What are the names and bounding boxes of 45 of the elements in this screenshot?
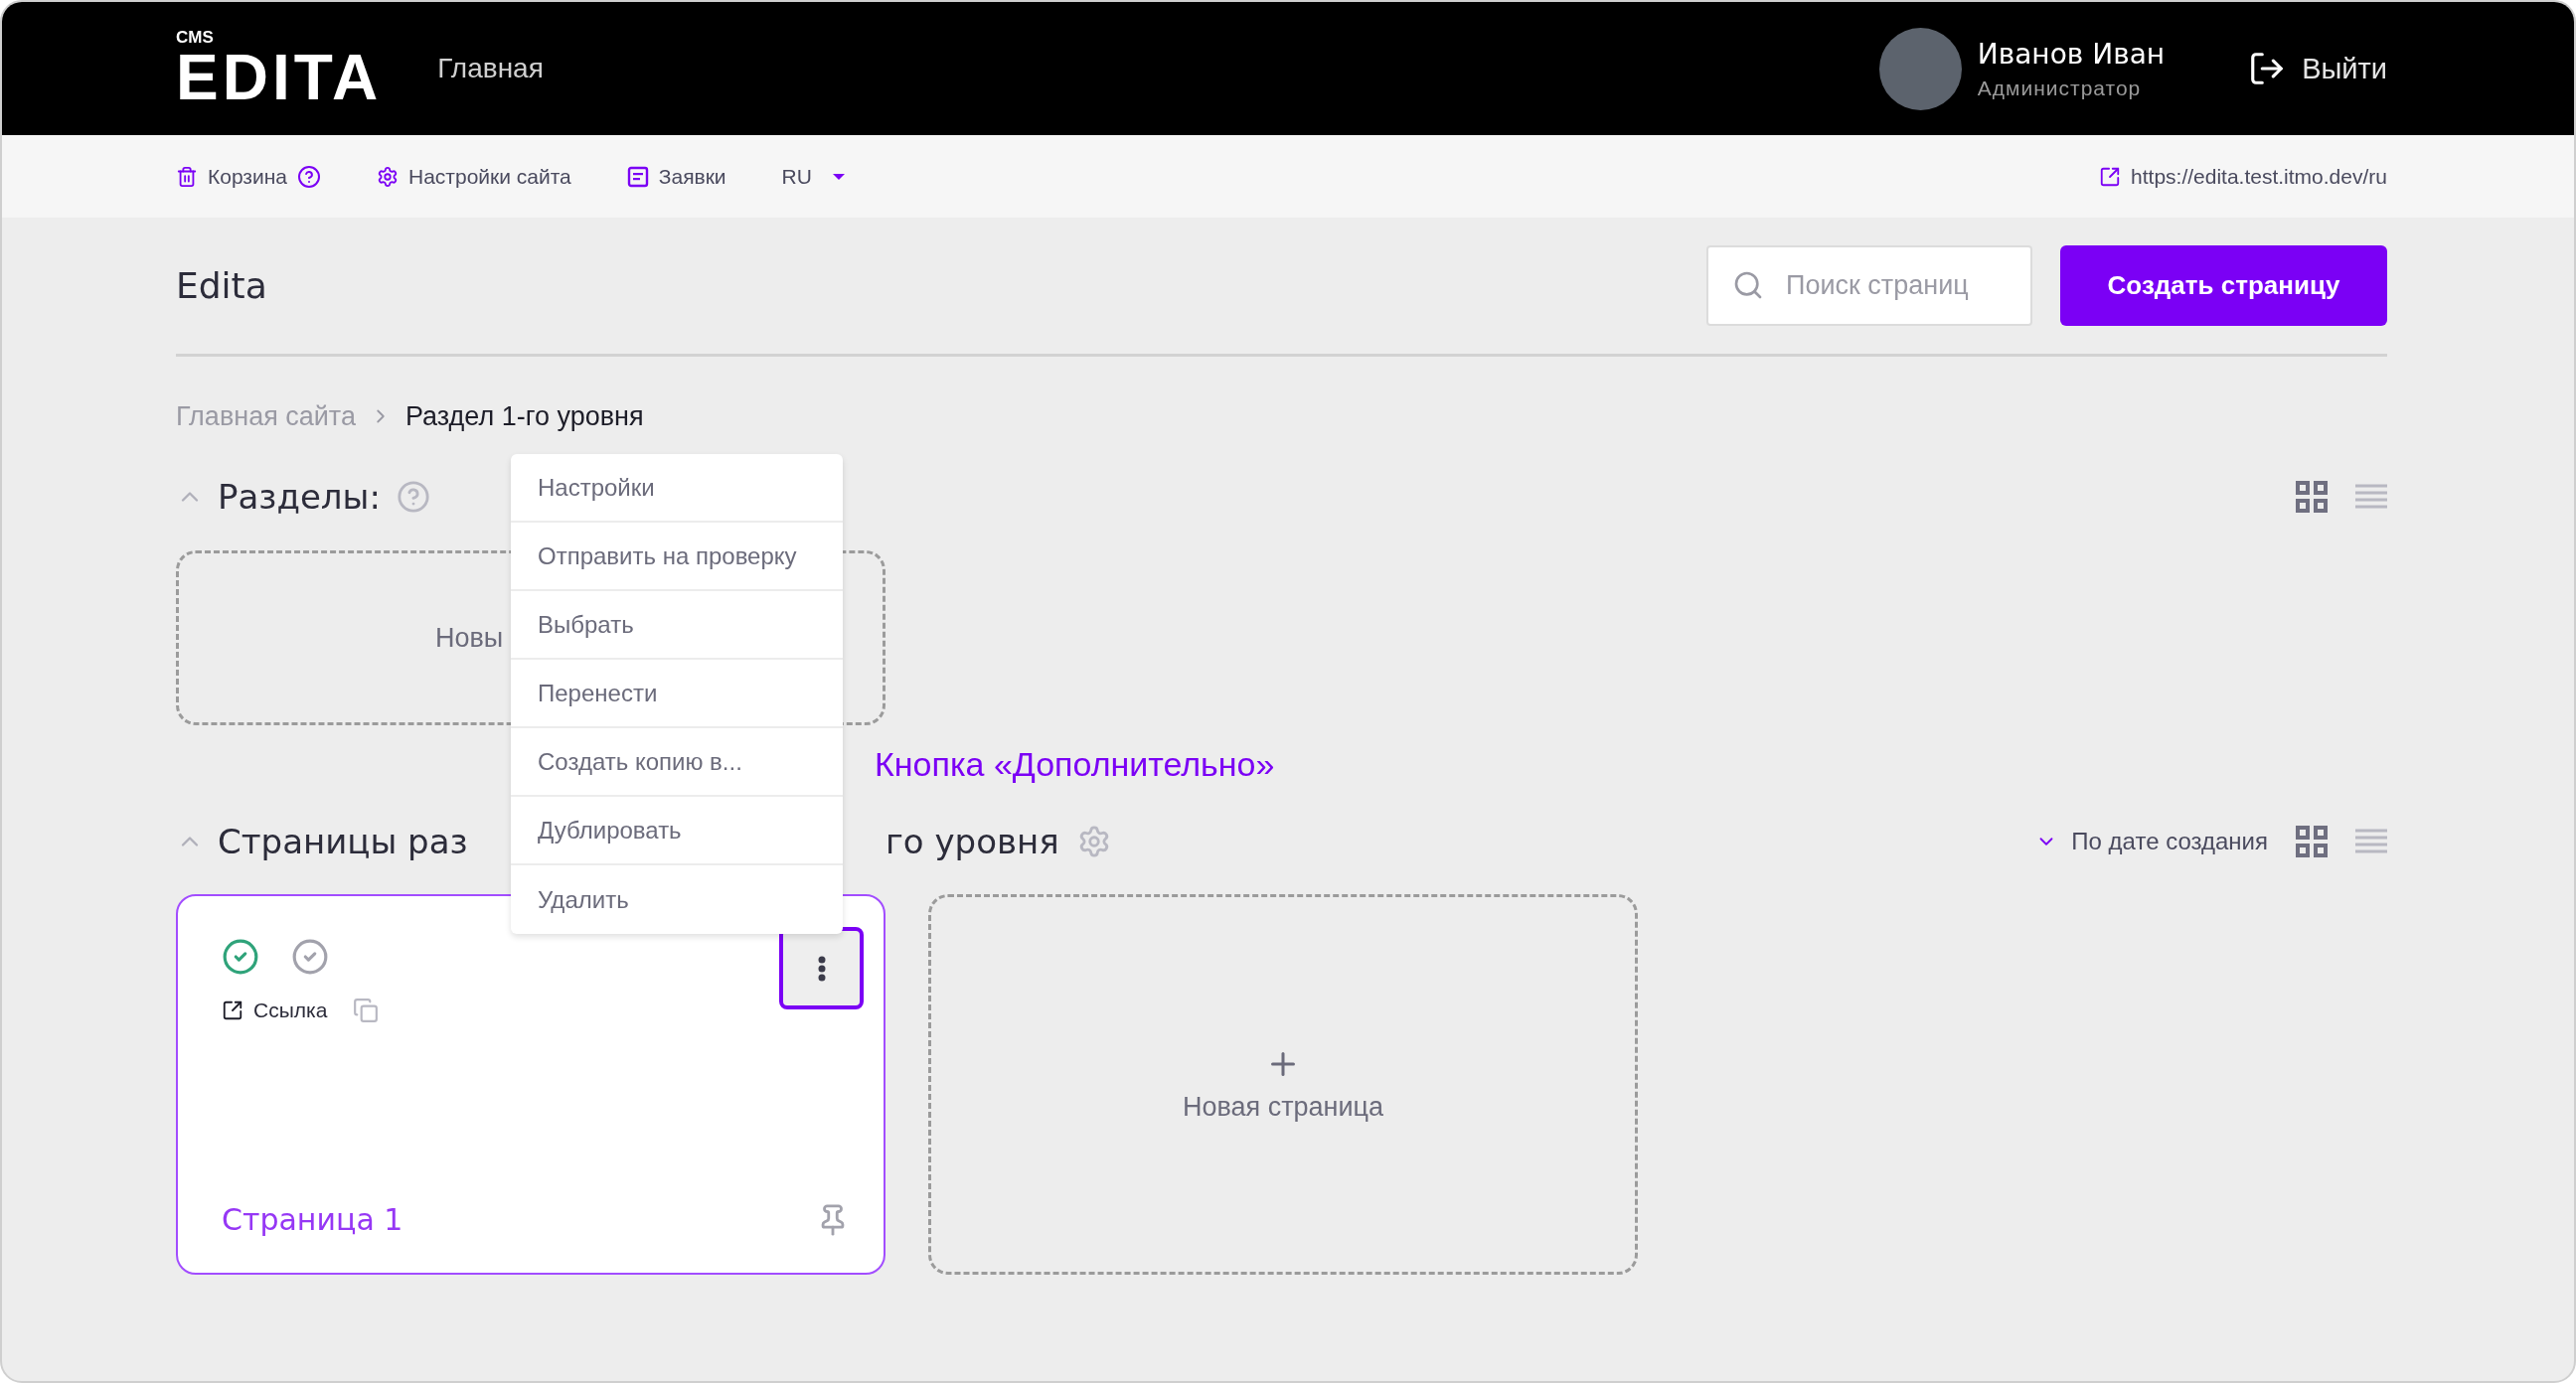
menu-item[interactable]: Удалить: [511, 865, 843, 934]
page-link[interactable]: Ссылка: [222, 999, 328, 1022]
more-icon: [817, 955, 826, 982]
help-icon[interactable]: [297, 164, 321, 189]
toolbar-link[interactable]: Заявки: [626, 164, 726, 189]
section-title: Разделы:: [218, 477, 381, 517]
check-circle-icon[interactable]: [222, 938, 259, 976]
search-field[interactable]: Поиск страниц: [1706, 245, 2032, 326]
home-link[interactable]: Главная: [437, 53, 544, 84]
section-title: го уровня: [886, 822, 1059, 861]
grid-view-button[interactable]: [2296, 826, 2328, 857]
edita-logo[interactable]: CMS EDITA: [176, 28, 383, 109]
caret-icon: [831, 172, 846, 181]
document-icon: [626, 165, 649, 188]
list-view-button[interactable]: [2355, 829, 2387, 854]
search-icon: [1732, 269, 1764, 301]
page-title-link[interactable]: Страница 1: [222, 1202, 403, 1237]
grid-view-button[interactable]: [2296, 481, 2328, 513]
external-link-icon: [2099, 165, 2122, 188]
section-title: Страницы раз: [218, 822, 469, 861]
list-view-button[interactable]: [2355, 484, 2387, 510]
new-page-card[interactable]: Новая страница: [928, 894, 1638, 1275]
site-link[interactable]: https://edita.test.itmo.dev/ru: [2099, 164, 2387, 189]
copy-icon[interactable]: [353, 998, 380, 1023]
menu-item[interactable]: Выбрать: [511, 591, 843, 660]
user-name: Иванов Иван: [1977, 37, 2166, 71]
page-title: Edita: [176, 265, 268, 306]
breadcrumb-link[interactable]: Раздел 1-го уровня: [404, 400, 644, 432]
menu-item[interactable]: Отправить на проверку: [511, 523, 843, 591]
trash-icon: [176, 165, 198, 188]
menu-item[interactable]: Перенести: [511, 660, 843, 728]
menu-item[interactable]: Дублировать: [511, 797, 843, 865]
toolbar-link[interactable]: Настройки сайта: [377, 164, 571, 189]
logout-button[interactable]: Выйти: [2248, 50, 2387, 87]
language-dropdown[interactable]: RU: [781, 164, 846, 189]
menu-item[interactable]: Создать копию в...: [511, 728, 843, 797]
user-role: Администратор: [1977, 76, 2143, 100]
sort-dropdown[interactable]: По дате создания: [2035, 828, 2268, 855]
check-circle-icon[interactable]: [291, 938, 329, 976]
create-page-button[interactable]: Создать страницу: [2060, 245, 2387, 326]
more-button[interactable]: [779, 927, 864, 1009]
menu-item[interactable]: Настройки: [511, 454, 843, 523]
settings-icon: [377, 165, 399, 188]
external-link-icon: [222, 999, 243, 1021]
toolbar-link[interactable]: Корзина: [176, 164, 321, 189]
